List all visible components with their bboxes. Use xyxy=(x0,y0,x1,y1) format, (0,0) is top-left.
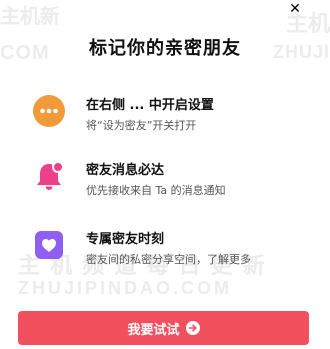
page-title: 标记你的亲密朋友 xyxy=(89,38,241,59)
try-it-button[interactable]: 我要试试 xyxy=(18,311,309,345)
watermark-text: 主机新 xyxy=(0,6,60,28)
feature-item-notifications: 密友消息必达 优先接收来自 Ta 的消息通知 xyxy=(33,160,320,204)
more-dots-icon xyxy=(33,95,65,127)
feature-description: 优先接收来自 Ta 的消息通知 xyxy=(86,184,226,197)
feature-title: 密友消息必达 xyxy=(86,163,165,178)
close-button[interactable]: ✕ xyxy=(288,2,302,16)
feature-title: 在右侧 ... 中开启设置 xyxy=(86,98,214,113)
feature-title: 专属密友时刻 xyxy=(86,232,165,247)
feature-description: 将“设为密友”开关打开 xyxy=(86,119,197,132)
arrow-right-circle-icon xyxy=(185,321,200,335)
heart-icon xyxy=(35,231,63,259)
close-icon: ✕ xyxy=(289,1,301,17)
feature-item-private-moments: 专属密友时刻 密友间的私密分享空间，了解更多 xyxy=(33,229,320,273)
feature-description: 密友间的私密分享空间，了解更多 xyxy=(86,253,251,266)
watermark-text: ZHUJIPINDAO.COM xyxy=(18,278,233,298)
cta-label: 我要试试 xyxy=(127,322,180,338)
bell-icon xyxy=(37,161,64,190)
feature-item-settings: 在右侧 ... 中开启设置 将“设为密友”开关打开 xyxy=(33,95,320,139)
